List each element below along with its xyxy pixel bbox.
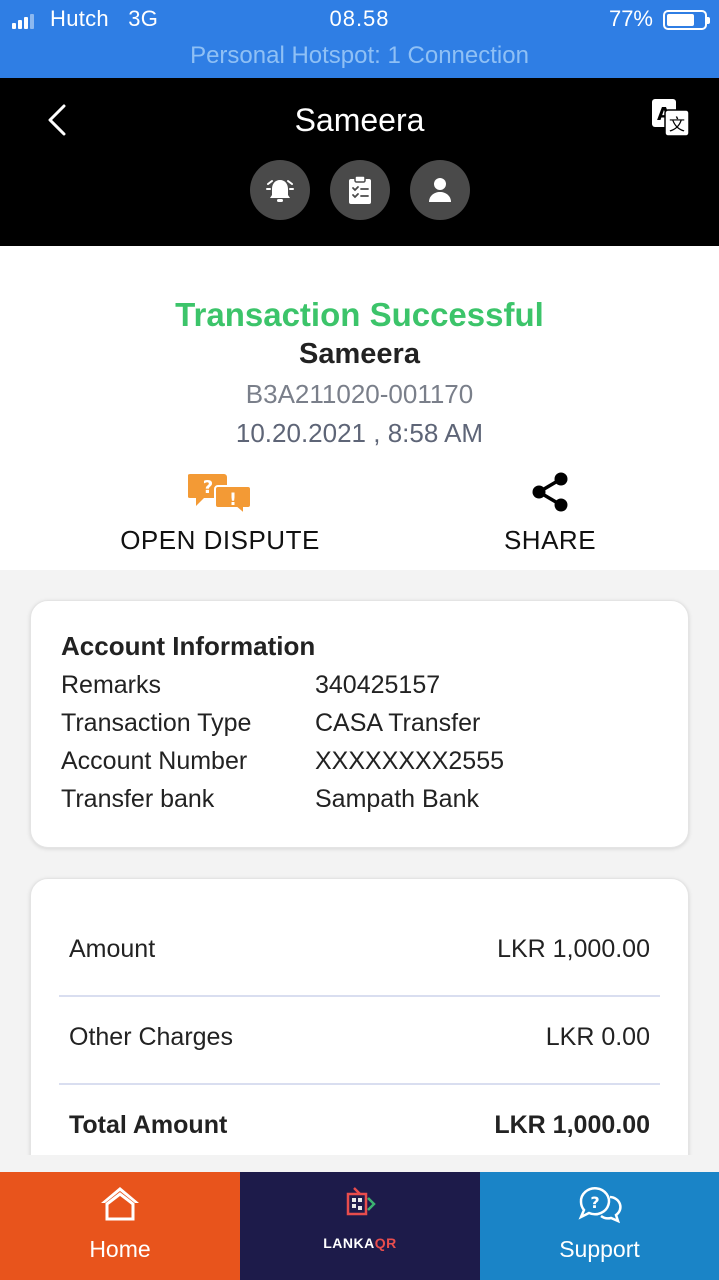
other-charges-row: Other Charges LKR 0.00	[59, 995, 660, 1085]
open-dispute-label: OPEN DISPUTE	[120, 525, 320, 555]
svg-text:文: 文	[669, 115, 685, 134]
nav-home[interactable]: Home	[0, 1172, 240, 1280]
translate-icon: A 文	[652, 99, 690, 137]
battery-icon	[663, 10, 710, 30]
amount-value: LKR 1,000.00	[497, 935, 650, 963]
transaction-status: Transaction Successful	[175, 296, 544, 333]
total-amount-value: LKR 1,000.00	[494, 1111, 650, 1139]
account-information-title: Account Information	[61, 631, 316, 661]
nav-home-label: Home	[89, 1236, 151, 1262]
share-icon	[532, 472, 568, 512]
bottom-navigation: Home LANKAQR ? Support	[0, 1155, 719, 1280]
lankaqr-logo-icon	[346, 1187, 376, 1216]
battery-percent: 77%	[608, 6, 653, 31]
open-dispute-button[interactable]: ? ! OPEN DISPUTE	[110, 470, 330, 556]
amount-label: Amount	[69, 935, 156, 963]
dispute-chat-icon: ? !	[187, 474, 252, 517]
info-label: Transfer bank	[61, 785, 215, 813]
account-information-card: Account Information Remarks 340425157 Tr…	[30, 600, 689, 848]
other-charges-value: LKR 0.00	[545, 1023, 650, 1051]
info-label: Account Number	[61, 747, 248, 775]
nav-support[interactable]: ? Support	[480, 1172, 719, 1280]
share-button[interactable]: SHARE	[490, 470, 610, 556]
alarm-button[interactable]	[249, 160, 310, 220]
transaction-reference: B3A211020-001170	[245, 379, 474, 409]
transaction-datetime: 10.20.2021 , 8:58 AM	[235, 418, 484, 448]
translate-button[interactable]: A 文	[651, 98, 691, 138]
nav-support-label: Support	[559, 1236, 640, 1262]
home-icon	[101, 1187, 139, 1221]
status-bar: Hutch 3G 08.58 77% Personal Hotspot: 1 C…	[0, 0, 719, 78]
info-value: Sampath Bank	[315, 785, 479, 813]
page-title: Sameera	[294, 102, 425, 138]
total-amount-label: Total Amount	[69, 1111, 228, 1139]
info-value: XXXXXXXX2555	[315, 747, 505, 775]
support-chat-icon: ?	[578, 1187, 622, 1224]
share-label: SHARE	[503, 525, 597, 555]
svg-text:?: ?	[203, 477, 213, 498]
app-header: Sameera A 文	[0, 78, 719, 246]
other-charges-label: Other Charges	[69, 1023, 233, 1051]
svg-text:!: !	[229, 490, 237, 510]
amount-row: Amount LKR 1,000.00	[59, 907, 660, 997]
user-profile-icon	[428, 178, 451, 202]
nav-lankaqr[interactable]: LANKAQR	[240, 1172, 480, 1280]
info-value: 340425157	[315, 671, 441, 699]
info-label: Transaction Type	[61, 709, 252, 737]
lankaqr-label: LANKAQR	[323, 1235, 397, 1251]
alarm-bell-icon	[265, 180, 294, 202]
info-value: CASA Transfer	[315, 709, 481, 737]
transactions-button[interactable]	[329, 160, 390, 220]
payee-name: Sameera	[299, 338, 420, 370]
svg-text:?: ?	[590, 1193, 599, 1212]
profile-button[interactable]	[409, 160, 470, 220]
amount-summary-card: Amount LKR 1,000.00 Other Charges LKR 0.…	[30, 878, 689, 1178]
hotspot-banner[interactable]: Personal Hotspot: 1 Connection	[0, 42, 719, 70]
transaction-summary: Transaction Successful Sameera B3A211020…	[0, 246, 719, 570]
clipboard-checklist-icon	[348, 175, 371, 204]
info-label: Remarks	[61, 671, 162, 699]
